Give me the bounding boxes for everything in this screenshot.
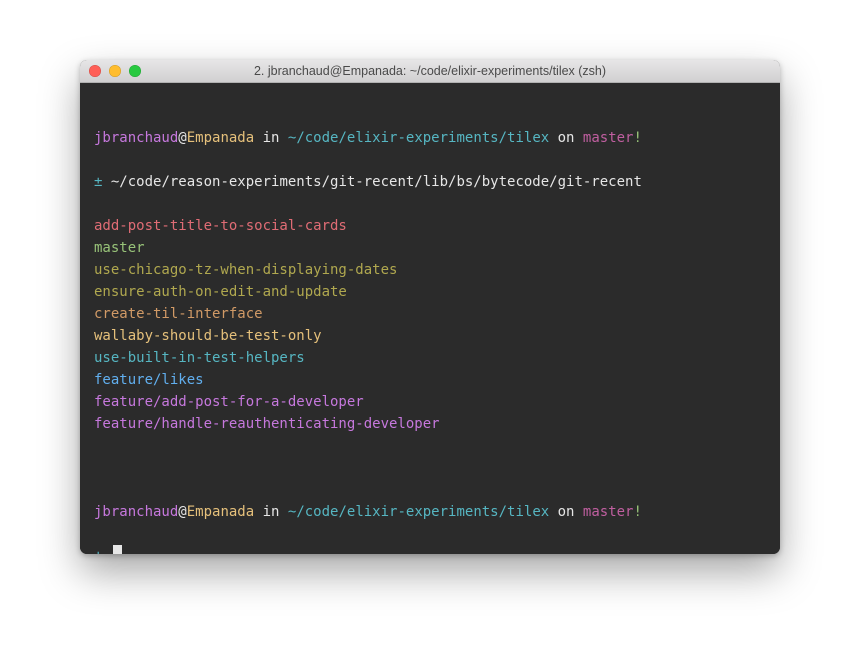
prompt-line-1: jbranchaud@Empanada in ~/code/elixir-exp… (94, 127, 766, 149)
output-line: feature/handle-reauthenticating-develope… (94, 413, 766, 435)
window-title: 2. jbranchaud@Empanada: ~/code/elixir-ex… (80, 64, 780, 78)
output-line: add-post-title-to-social-cards (94, 215, 766, 237)
prompt-on: on (549, 504, 583, 520)
prompt-branch: master (583, 504, 634, 520)
prompt-line-2: jbranchaud@Empanada in ~/code/elixir-exp… (94, 501, 766, 523)
prompt-in: in (254, 130, 288, 146)
prompt-user: jbranchaud (94, 130, 178, 146)
prompt-bang: ! (633, 130, 641, 146)
command-text: ~/code/reason-experiments/git-recent/lib… (111, 174, 642, 190)
prompt-symbol: ± (94, 174, 102, 190)
prompt-host: Empanada (187, 130, 254, 146)
prompt-on: on (549, 130, 583, 146)
traffic-lights (80, 65, 141, 77)
terminal-body[interactable]: jbranchaud@Empanada in ~/code/elixir-exp… (80, 83, 780, 554)
prompt-cursor-line: ± (94, 545, 766, 554)
output-line: feature/likes (94, 369, 766, 391)
prompt-at: @ (178, 130, 186, 146)
output-line: create-til-interface (94, 303, 766, 325)
output-line: use-built-in-test-helpers (94, 347, 766, 369)
output-line: wallaby-should-be-test-only (94, 325, 766, 347)
zoom-icon[interactable] (129, 65, 141, 77)
blank-line (94, 457, 766, 479)
command-line: ± ~/code/reason-experiments/git-recent/l… (94, 171, 766, 193)
prompt-at: @ (178, 504, 186, 520)
prompt-user: jbranchaud (94, 504, 178, 520)
titlebar[interactable]: 2. jbranchaud@Empanada: ~/code/elixir-ex… (80, 60, 780, 83)
output-line: ensure-auth-on-edit-and-update (94, 281, 766, 303)
prompt-symbol: ± (94, 548, 102, 554)
prompt-host: Empanada (187, 504, 254, 520)
close-icon[interactable] (89, 65, 101, 77)
prompt-path: ~/code/elixir-experiments/tilex (288, 504, 549, 520)
output-line: feature/add-post-for-a-developer (94, 391, 766, 413)
prompt-bang: ! (633, 504, 641, 520)
cursor-icon (113, 545, 122, 554)
minimize-icon[interactable] (109, 65, 121, 77)
output-line: use-chicago-tz-when-displaying-dates (94, 259, 766, 281)
output-line: master (94, 237, 766, 259)
terminal-window: 2. jbranchaud@Empanada: ~/code/elixir-ex… (80, 60, 780, 554)
prompt-path: ~/code/elixir-experiments/tilex (288, 130, 549, 146)
prompt-in: in (254, 504, 288, 520)
command-output: add-post-title-to-social-cardsmasteruse-… (94, 215, 766, 435)
prompt-branch: master (583, 130, 634, 146)
